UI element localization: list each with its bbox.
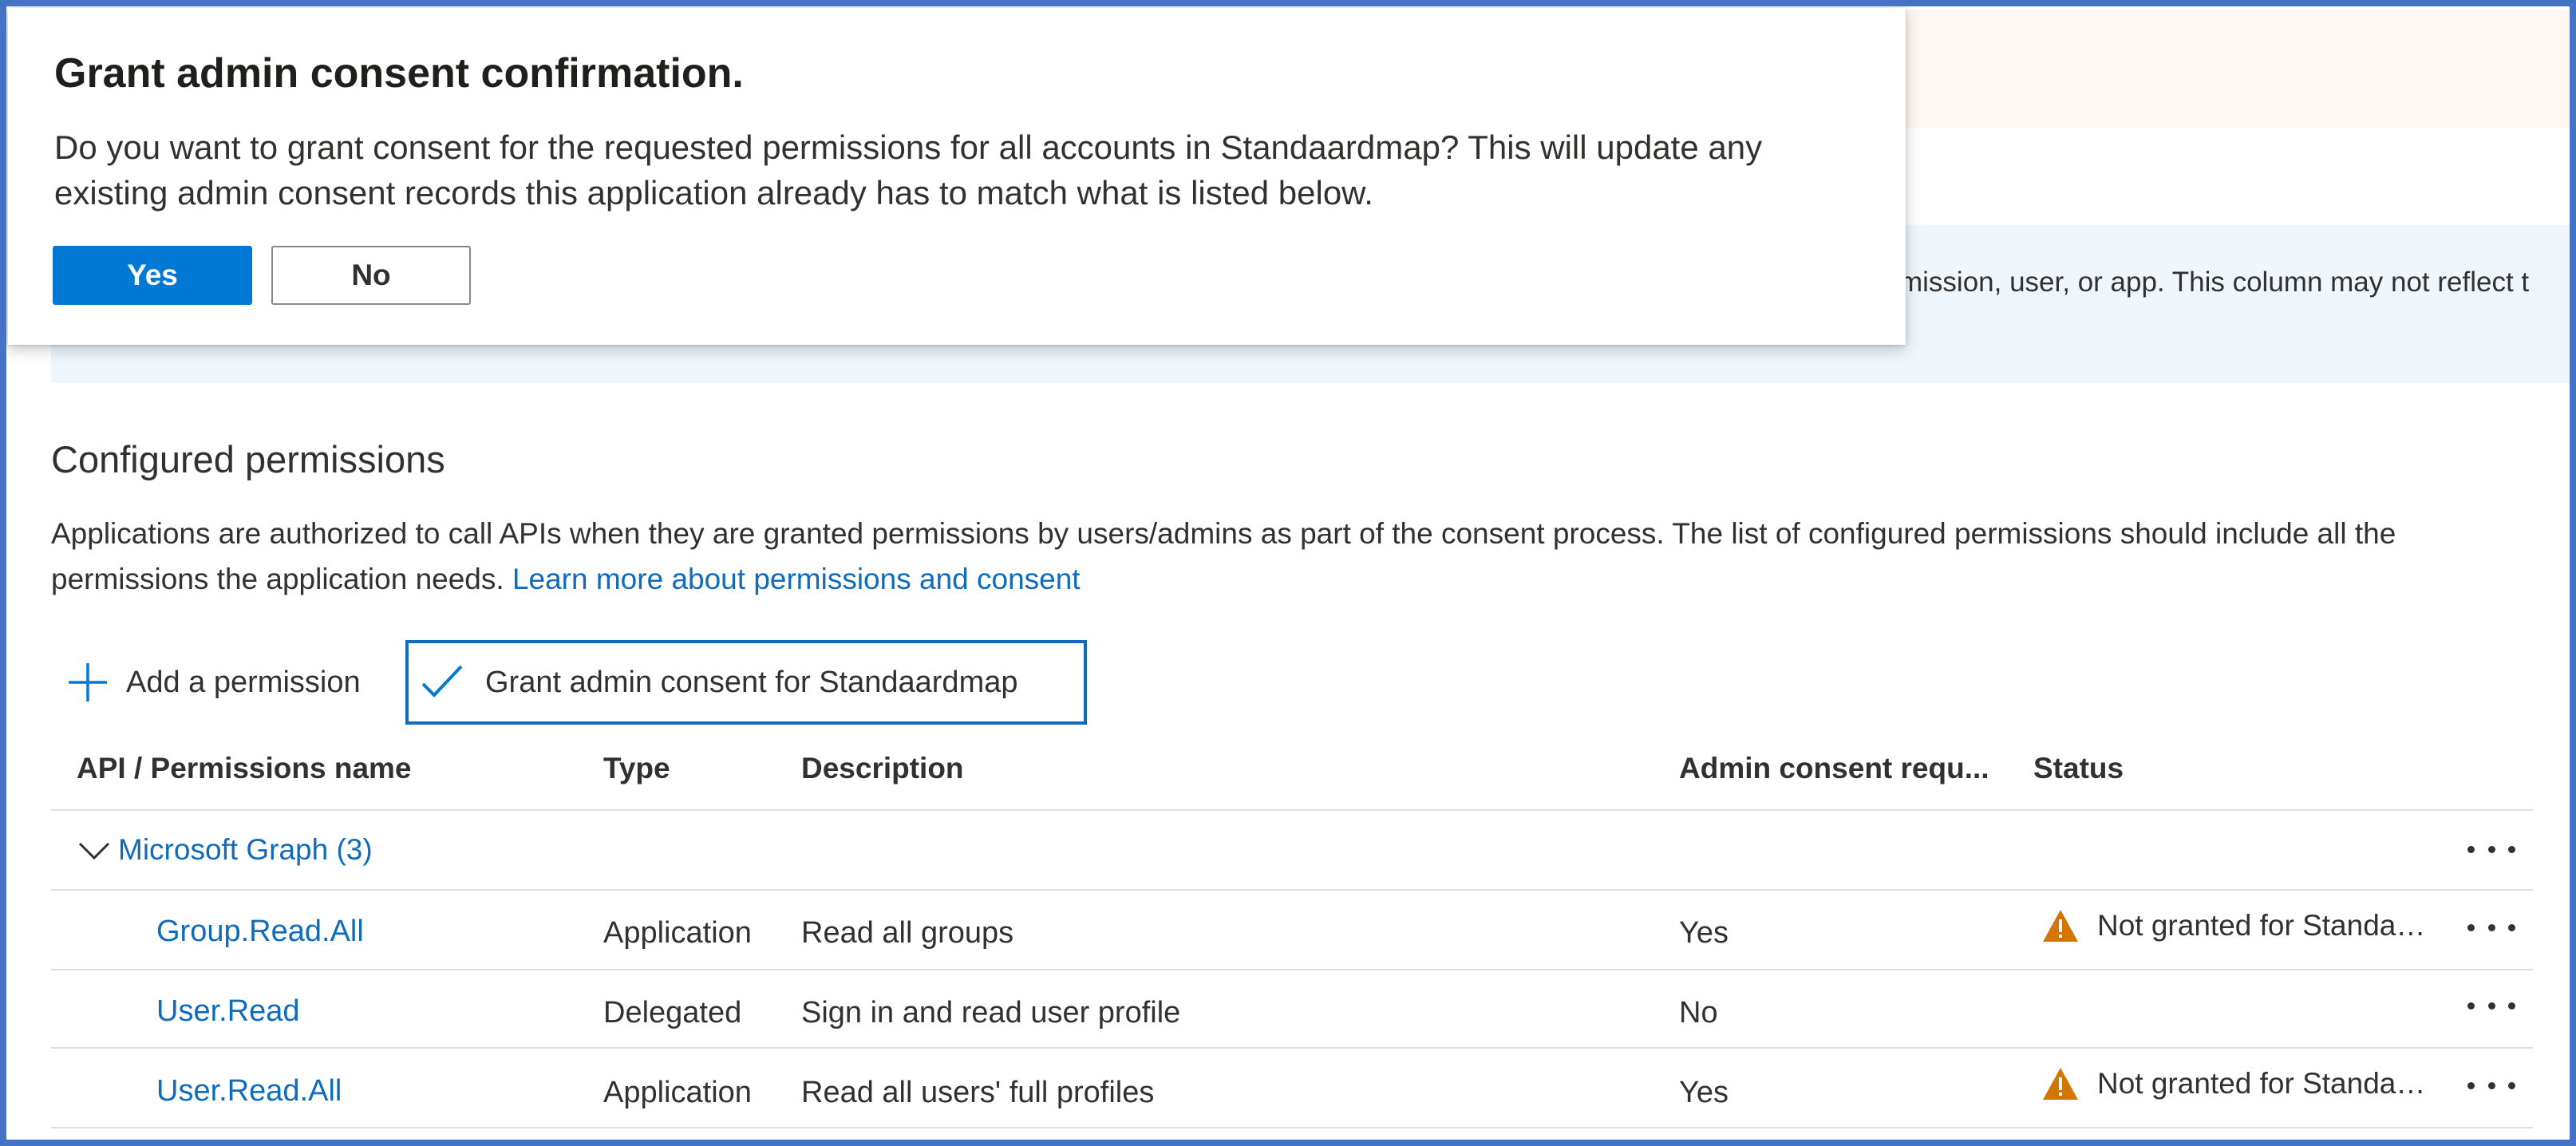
grant-admin-consent-button[interactable]: Grant admin consent for Standaardmap — [405, 640, 1087, 725]
warning-icon — [2043, 910, 2078, 942]
info-banner-text: mission, user, or app. This column may n… — [1899, 267, 2530, 298]
no-button[interactable]: No — [271, 246, 471, 305]
permission-name-link[interactable]: User.Read — [156, 994, 300, 1029]
permission-type: Delegated — [603, 996, 742, 1029]
yes-button[interactable]: Yes — [53, 246, 252, 305]
group-label: Microsoft Graph (3) — [118, 833, 373, 866]
status-text: Not granted for Standaardmap — [2097, 1067, 2440, 1100]
status-cell: Not granted for Standaardmap — [2041, 1066, 2440, 1101]
divider — [51, 1127, 2533, 1128]
add-permission-label: Add a permission — [126, 665, 361, 699]
divider — [51, 1047, 2533, 1049]
column-header-name[interactable]: API / Permissions name — [77, 752, 412, 785]
permission-description: Sign in and read user profile — [801, 996, 1181, 1029]
permission-type: Application — [603, 916, 752, 950]
permission-description: Read all groups — [801, 916, 1014, 950]
notification-banner — [1851, 10, 2570, 128]
section-title: Configured permissions — [51, 438, 445, 480]
more-icon[interactable] — [2467, 919, 2515, 935]
admin-consent-required: Yes — [1679, 1076, 1729, 1109]
add-permission-button[interactable]: Add a permission — [67, 654, 361, 710]
status-cell: Not granted for Standaardmap — [2041, 908, 2440, 943]
dialog-message: Do you want to grant consent for the req… — [54, 128, 1763, 211]
more-icon[interactable] — [2467, 998, 2515, 1014]
admin-consent-required: Yes — [1679, 916, 1729, 950]
divider — [51, 889, 2533, 891]
plus-icon — [69, 663, 107, 701]
permission-name-link[interactable]: User.Read.All — [156, 1074, 342, 1108]
status-text: Not granted for Standaardmap — [2097, 909, 2440, 942]
admin-consent-required: No — [1679, 996, 1718, 1029]
dialog-title: Grant admin consent confirmation. — [54, 50, 744, 97]
warning-icon — [2043, 1068, 2078, 1100]
more-icon[interactable] — [2467, 1077, 2515, 1093]
more-icon[interactable] — [2467, 841, 2515, 857]
permission-name-link[interactable]: Group.Read.All — [156, 915, 364, 949]
section-description: Applications are authorized to call APIs… — [51, 511, 2541, 602]
group-row-microsoft-graph[interactable]: Microsoft Graph (3) — [77, 833, 373, 867]
column-header-status[interactable]: Status — [2033, 752, 2124, 785]
divider — [51, 969, 2533, 970]
consent-dialog: Grant admin consent confirmation. Do you… — [8, 8, 1906, 345]
learn-more-link[interactable]: Learn more about permissions and consent — [512, 563, 1081, 595]
divider — [51, 809, 2533, 811]
section-description-text: Applications are authorized to call APIs… — [51, 517, 2396, 595]
column-header-description[interactable]: Description — [801, 752, 964, 785]
grant-admin-consent-label: Grant admin consent for Standaardmap — [485, 665, 1018, 699]
permission-type: Application — [603, 1076, 752, 1109]
check-icon — [421, 665, 463, 697]
chevron-down-icon — [78, 842, 110, 860]
column-header-type[interactable]: Type — [603, 752, 670, 785]
column-header-admin-consent[interactable]: Admin consent requ... — [1679, 752, 1989, 785]
permission-description: Read all users' full profiles — [801, 1076, 1155, 1109]
